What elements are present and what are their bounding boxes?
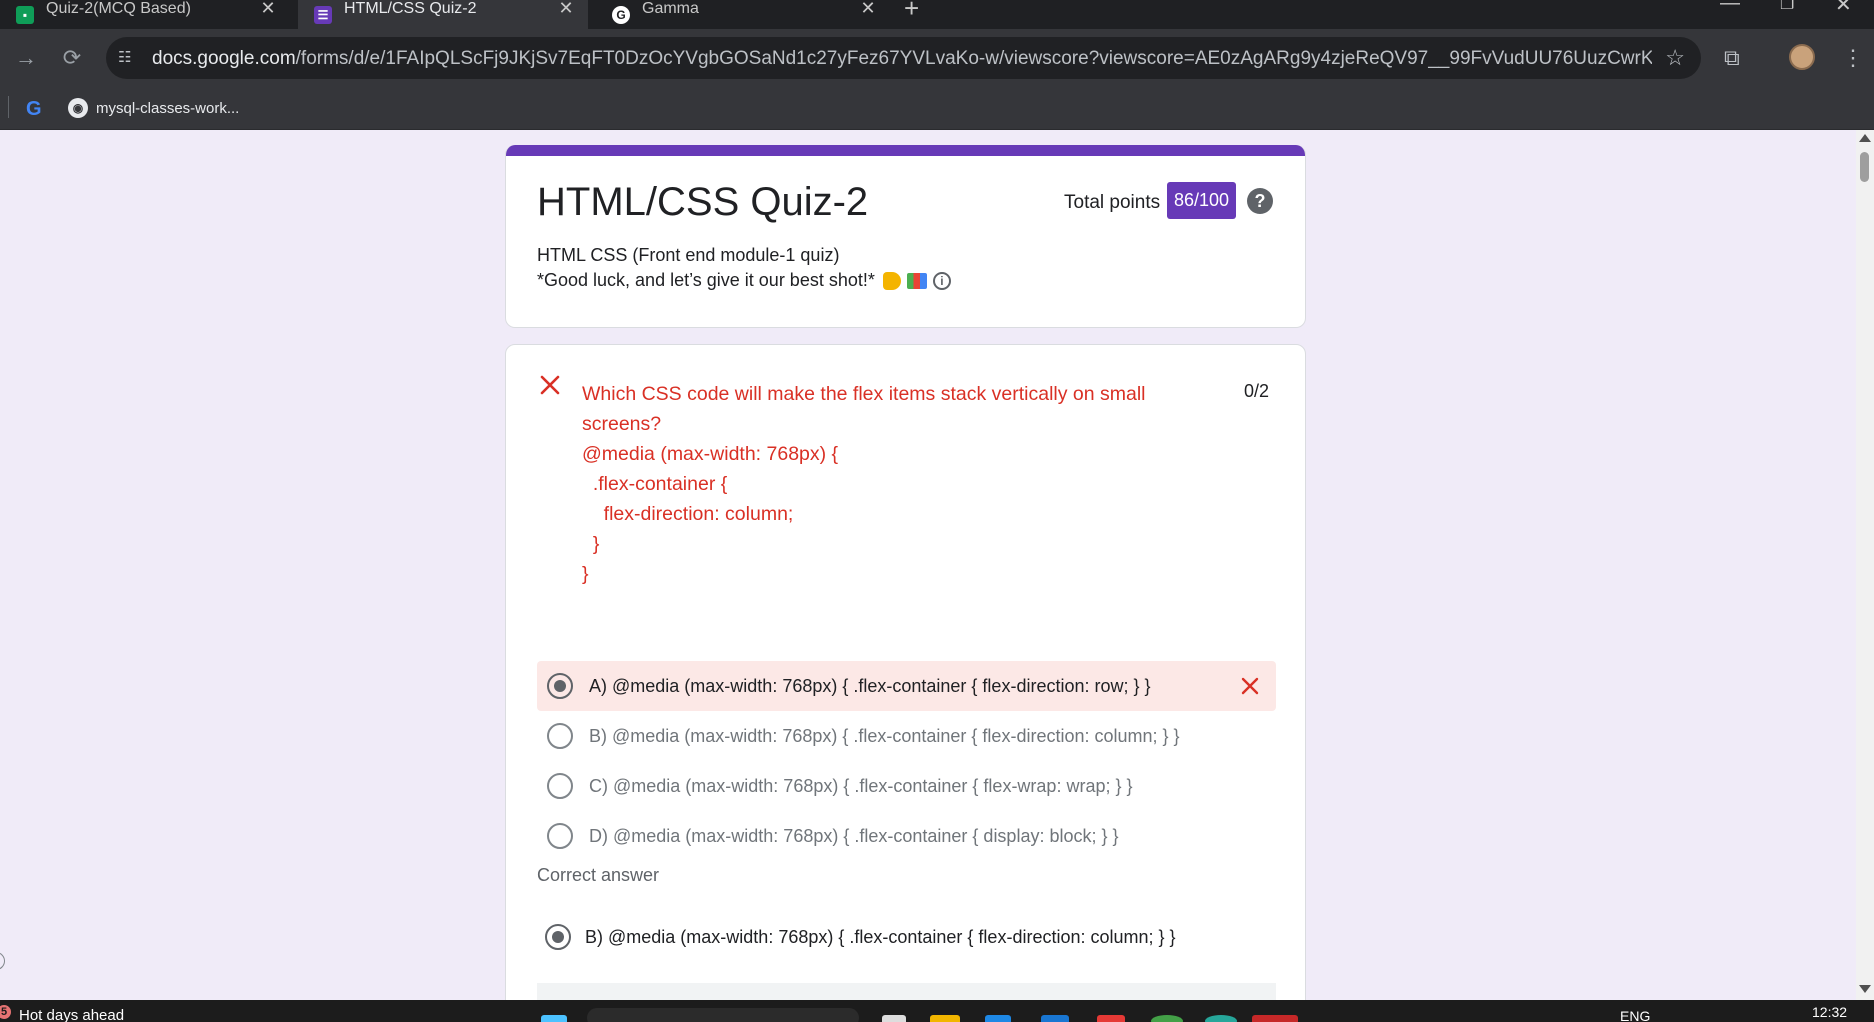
option-label: C) @media (max-width: 768px) { .flex-con… <box>589 775 1133 796</box>
minimize-icon[interactable]: — <box>1720 0 1740 15</box>
start-icon[interactable] <box>541 1015 567 1022</box>
incorrect-x-icon <box>540 375 560 395</box>
google-forms-purple-icon: ☰ <box>314 5 332 24</box>
weather-badge: 5 <box>0 1005 11 1019</box>
tab-gamma[interactable]: G Gamma ✕ <box>596 0 890 29</box>
github-icon: ◉ <box>68 98 88 118</box>
radio-unselected[interactable] <box>547 823 573 849</box>
option-d[interactable]: D) @media (max-width: 768px) { .flex-con… <box>537 811 1276 861</box>
form-description: HTML CSS (Front end module-1 quiz) <box>537 245 840 265</box>
app-icon[interactable] <box>1097 1015 1125 1022</box>
radio-selected[interactable] <box>547 673 573 699</box>
forward-icon[interactable]: → <box>12 44 40 72</box>
option-c[interactable]: C) @media (max-width: 768px) { .flex-con… <box>537 761 1276 811</box>
bookmark-star-icon[interactable]: ☆ <box>1665 45 1685 71</box>
tab-title: HTML/CSS Quiz-2 <box>344 0 477 17</box>
flexed-biceps-icon <box>882 271 901 290</box>
scroll-up-arrow-icon[interactable] <box>1859 134 1871 142</box>
total-points-label: Total points <box>1064 192 1161 213</box>
bookmark-mysql-classes[interactable]: ◉ mysql-classes-work... <box>68 98 239 118</box>
google-icon: G <box>26 98 42 120</box>
bookmarks-bar: G ◉ mysql-classes-work... <box>0 87 1874 130</box>
radio-unselected[interactable] <box>547 723 573 749</box>
option-b[interactable]: B) @media (max-width: 768px) { .flex-con… <box>537 711 1276 761</box>
close-tab-icon[interactable]: ✕ <box>856 0 880 19</box>
question-text: Which CSS code will make the flex items … <box>582 383 1146 585</box>
bookmark-google[interactable]: G <box>26 98 42 121</box>
total-points-badge: 86/100 <box>1167 182 1237 219</box>
edge-icon[interactable] <box>985 1015 1011 1022</box>
url-path: /forms/d/e/1FAIpQLScFj9JKjSv7EqFT0DzOcYV… <box>295 48 1652 69</box>
radio-unselected[interactable] <box>547 773 573 799</box>
question-card: 0/2 Which CSS code will make the flex it… <box>505 344 1306 1000</box>
page-scrollbar[interactable] <box>1856 130 1874 1000</box>
close-tab-icon[interactable]: ✕ <box>256 0 280 19</box>
reload-icon[interactable]: ⟳ <box>58 44 86 72</box>
correct-answer-label: B) @media (max-width: 768px) { .flex-con… <box>585 926 1176 947</box>
scroll-thumb[interactable] <box>1860 152 1869 182</box>
correct-answer-option: B) @media (max-width: 768px) { .flex-con… <box>537 924 1176 950</box>
option-a[interactable]: A) @media (max-width: 768px) { .flex-con… <box>537 661 1276 711</box>
theme-accent-bar <box>506 145 1305 156</box>
form-title: HTML/CSS Quiz-2 <box>537 180 869 224</box>
bookmark-divider <box>8 96 9 118</box>
side-handle <box>0 952 5 970</box>
bookmark-label: mysql-classes-work... <box>96 99 240 117</box>
radio-correct <box>545 924 571 950</box>
correct-answer-heading: Correct answer <box>537 865 660 885</box>
task-view-icon[interactable] <box>882 1015 906 1022</box>
gamma-icon: G <box>612 5 630 24</box>
question-score: 0/2 <box>1244 381 1270 401</box>
tab-html-css-quiz-2[interactable]: ☰ HTML/CSS Quiz-2 ✕ <box>298 0 588 29</box>
address-bar[interactable]: ☷ docs.google.com/forms/d/e/1FAIpQLScFj9… <box>106 37 1701 79</box>
form-page: HTML/CSS Quiz-2 Total points 86/100 ? HT… <box>0 130 1856 1000</box>
option-label: B) @media (max-width: 768px) { .flex-con… <box>589 725 1180 746</box>
windows-taskbar: 5 Hot days ahead ENG 12:32 <box>0 1000 1874 1022</box>
option-label: A) @media (max-width: 768px) { .flex-con… <box>589 675 1151 696</box>
feedback-area <box>537 983 1276 1000</box>
form-description-line: *Good luck, and let’s give it our best s… <box>537 270 951 291</box>
browser-toolbar: → ⟳ ☷ docs.google.com/forms/d/e/1FAIpQLS… <box>0 29 1874 87</box>
restore-icon[interactable]: ❐ <box>1780 0 1794 14</box>
site-info-icon[interactable]: ☷ <box>118 48 140 68</box>
language-indicator[interactable]: ENG <box>1620 1008 1650 1022</box>
clock[interactable]: 12:32 <box>1812 1004 1847 1020</box>
store-icon[interactable] <box>1041 1015 1069 1022</box>
books-icon <box>906 272 927 289</box>
url-text[interactable]: docs.google.com/forms/d/e/1FAIpQLScFj9JK… <box>152 48 1652 70</box>
tab-quiz-2-mcq[interactable]: ▪ Quiz-2(MCQ Based) ✕ <box>0 0 290 29</box>
more-menu-icon[interactable]: ⋮ <box>1842 45 1864 71</box>
form-description-text: *Good luck, and let’s give it our best s… <box>537 270 875 290</box>
tab-strip: ▪ Quiz-2(MCQ Based) ✕ ☰ HTML/CSS Quiz-2 … <box>0 0 1874 29</box>
close-tab-icon[interactable]: ✕ <box>554 0 578 19</box>
profile-avatar[interactable] <box>1789 44 1815 70</box>
option-label: D) @media (max-width: 768px) { .flex-con… <box>589 825 1119 846</box>
weather-widget[interactable]: Hot days ahead <box>19 1007 124 1022</box>
google-forms-green-icon: ▪ <box>16 5 34 24</box>
window-close-icon[interactable]: ✕ <box>1835 0 1852 17</box>
help-icon[interactable]: ? <box>1247 188 1273 214</box>
tab-title: Gamma <box>642 0 699 17</box>
url-host: docs.google.com <box>152 48 296 69</box>
form-header-card: HTML/CSS Quiz-2 Total points 86/100 ? HT… <box>505 145 1306 328</box>
app-icon[interactable] <box>1205 1015 1237 1022</box>
info-icon: i <box>932 271 951 290</box>
taskbar-search-box[interactable] <box>587 1008 859 1022</box>
extensions-icon[interactable]: ⧉ <box>1724 45 1740 71</box>
wrong-answer-x-icon <box>1241 677 1259 695</box>
scroll-down-arrow-icon[interactable] <box>1859 985 1871 993</box>
app-icon[interactable] <box>1252 1015 1298 1022</box>
tab-title: Quiz-2(MCQ Based) <box>46 0 191 17</box>
chrome-icon[interactable] <box>1151 1015 1183 1022</box>
new-tab-button[interactable]: + <box>904 0 919 24</box>
file-explorer-icon[interactable] <box>930 1015 960 1022</box>
